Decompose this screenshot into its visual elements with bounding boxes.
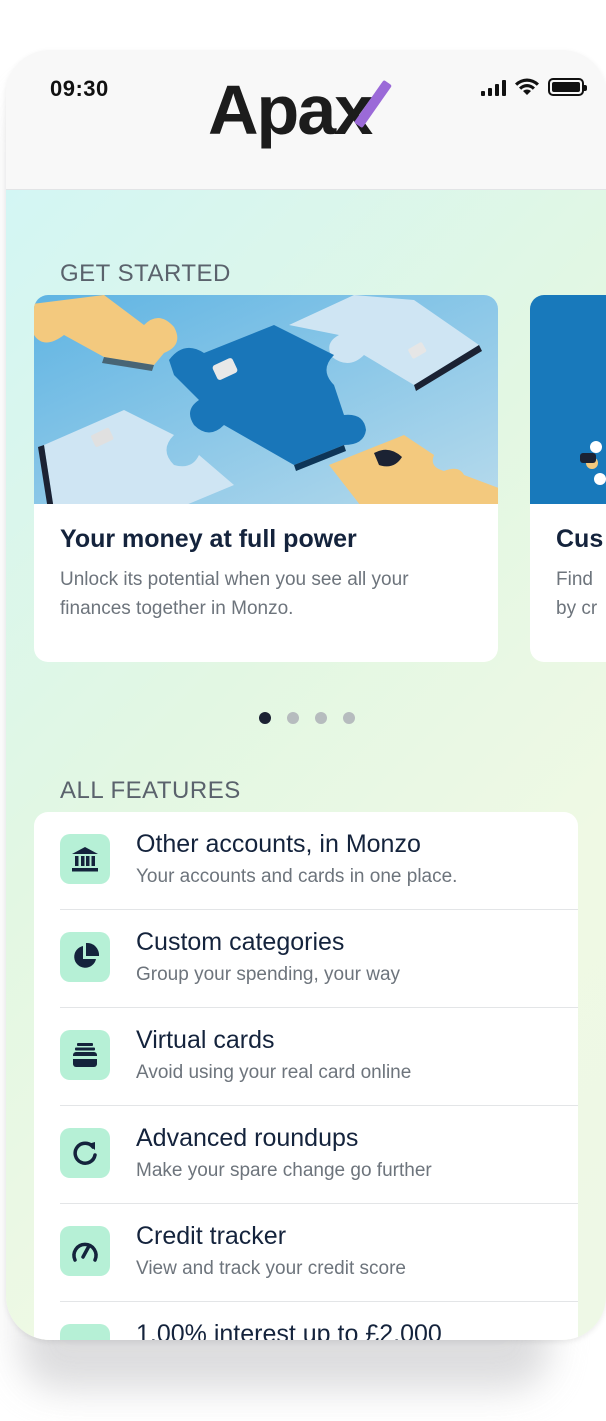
bank-icon [60, 834, 110, 884]
carousel-pagination [259, 712, 355, 724]
main-content: GET STARTED Your money at full power Unl… [6, 190, 606, 1340]
card-description-line: by cr [556, 598, 598, 619]
feature-row-other-accounts[interactable]: Other accounts, in Monzo Your accounts a… [34, 812, 578, 910]
pie-chart-icon [60, 932, 110, 982]
pagination-dot-active[interactable] [259, 712, 271, 724]
cards-icon [60, 1030, 110, 1080]
get-started-heading: GET STARTED [60, 260, 231, 287]
feature-card-custom[interactable]: Cus Find by cr [530, 295, 606, 662]
pagination-dot[interactable] [343, 712, 355, 724]
feature-title: Credit tracker [136, 1222, 287, 1250]
pagination-dot[interactable] [287, 712, 299, 724]
card-description-line: Find [556, 569, 593, 590]
feature-subtitle: Make your spare change go further [136, 1160, 432, 1181]
feature-row-interest[interactable]: 1.00% interest up to £2,000 [34, 1302, 578, 1340]
feature-title: 1.00% interest up to £2,000 [136, 1320, 442, 1340]
feature-row-credit-tracker[interactable]: Credit tracker View and track your credi… [34, 1204, 578, 1302]
wifi-icon [515, 78, 539, 95]
feature-subtitle: Avoid using your real card online [136, 1062, 412, 1083]
interest-icon [60, 1324, 110, 1340]
gauge-icon [60, 1226, 110, 1276]
feature-title: Advanced roundups [136, 1124, 359, 1152]
card-description: Unlock its potential when you see all yo… [60, 569, 409, 619]
battery-icon [548, 78, 587, 96]
feature-title: Custom categories [136, 928, 345, 956]
signal-icon [481, 80, 506, 96]
logo-text: Apax [208, 71, 373, 149]
feature-title: Other accounts, in Monzo [136, 830, 421, 858]
refresh-icon [60, 1128, 110, 1178]
phone-screen: 09:30 Apax GET STARTED Your money at ful… [6, 50, 606, 1340]
status-bar: 09:30 Apax [6, 50, 606, 190]
pagination-dot[interactable] [315, 712, 327, 724]
card-illustration [530, 295, 606, 504]
feature-row-custom-categories[interactable]: Custom categories Group your spending, y… [34, 910, 578, 1008]
feature-title: Virtual cards [136, 1026, 275, 1054]
app-logo: Apax [208, 70, 408, 150]
card-title: Your money at full power [60, 525, 357, 553]
status-icons [481, 78, 587, 96]
card-description: Find by cr [556, 565, 606, 623]
status-time: 09:30 [50, 76, 109, 101]
feature-row-virtual-cards[interactable]: Virtual cards Avoid using your real card… [34, 1008, 578, 1106]
feature-card-money-power[interactable]: Your money at full power Unlock its pote… [34, 295, 498, 662]
all-features-heading: ALL FEATURES [60, 777, 241, 804]
feature-subtitle: Your accounts and cards in one place. [136, 866, 458, 887]
features-list: Other accounts, in Monzo Your accounts a… [34, 812, 578, 1340]
feature-subtitle: Group your spending, your way [136, 964, 401, 985]
puzzle-cards-illustration [34, 295, 498, 504]
feature-subtitle: View and track your credit score [136, 1258, 406, 1279]
card-title: Cus [556, 525, 604, 553]
feature-row-advanced-roundups[interactable]: Advanced roundups Make your spare change… [34, 1106, 578, 1204]
